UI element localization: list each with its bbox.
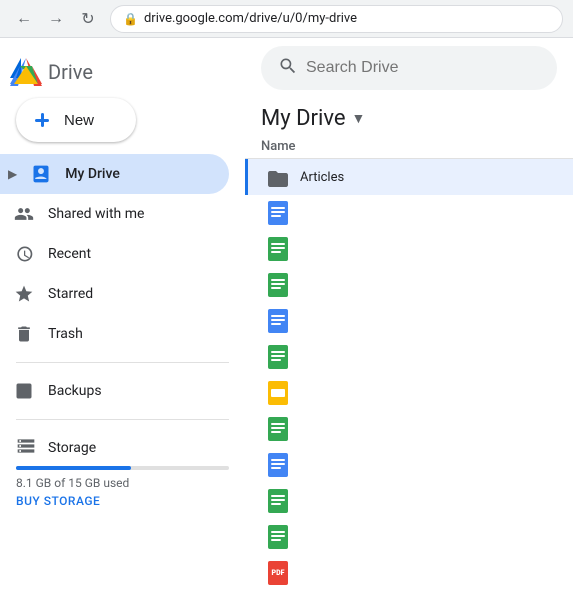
drive-header: My Drive ▼ <box>245 98 573 135</box>
sidebar-item-starred[interactable]: Starred <box>0 274 229 314</box>
drive-logo-icon <box>8 54 44 90</box>
table-row[interactable] <box>245 195 573 231</box>
expand-arrow-icon: ▶ <box>8 167 17 181</box>
sidebar-divider-2 <box>16 419 229 420</box>
sidebar-item-recent[interactable]: Recent <box>0 234 229 274</box>
column-header-name: Name <box>245 135 573 159</box>
table-row[interactable] <box>245 267 573 303</box>
starred-icon <box>12 282 36 306</box>
top-bar <box>245 38 573 98</box>
new-button[interactable]: New <box>16 98 136 142</box>
sidebar-item-shared[interactable]: Shared with me <box>0 194 229 234</box>
doc-green-icon-3 <box>264 343 292 371</box>
sidebar-label-trash: Trash <box>48 326 83 342</box>
doc-green-icon-4 <box>264 415 292 443</box>
table-row[interactable]: PDF <box>245 555 573 591</box>
table-row[interactable] <box>245 231 573 267</box>
doc-green-icon-2 <box>264 271 292 299</box>
forward-button[interactable]: → <box>42 5 70 33</box>
storage-bar-fill <box>16 466 131 470</box>
recent-icon <box>12 242 36 266</box>
storage-icon <box>16 436 36 460</box>
sidebar-label-recent: Recent <box>48 246 91 262</box>
sidebar-label-starred: Starred <box>48 286 93 302</box>
back-button[interactable]: ← <box>10 5 38 33</box>
dropdown-arrow-icon[interactable]: ▼ <box>352 110 366 127</box>
table-row[interactable] <box>245 339 573 375</box>
doc-green-icon <box>264 235 292 263</box>
table-row[interactable] <box>245 375 573 411</box>
table-row[interactable]: Articles <box>245 159 573 195</box>
drive-logo-area: Drive <box>0 46 245 94</box>
sidebar-item-trash[interactable]: Trash <box>0 314 229 354</box>
shared-icon <box>12 202 36 226</box>
search-input[interactable] <box>306 59 540 77</box>
doc-blue-icon <box>264 199 292 227</box>
sidebar-item-backups[interactable]: Backups <box>0 371 229 411</box>
sidebar-divider <box>16 362 229 363</box>
page-title: My Drive <box>261 106 346 131</box>
sidebar: Drive New ▶ My Drive Shared with me <box>0 38 245 594</box>
refresh-button[interactable]: ↻ <box>74 5 102 33</box>
table-row[interactable] <box>245 519 573 555</box>
doc-green-icon-5 <box>264 487 292 515</box>
doc-yellow-icon <box>264 379 292 407</box>
app-container: Drive New ▶ My Drive Shared with me <box>0 38 573 594</box>
folder-icon <box>264 163 292 191</box>
doc-blue-icon-2 <box>264 307 292 335</box>
new-button-label: New <box>64 112 94 129</box>
doc-blue-icon-3 <box>264 451 292 479</box>
browser-chrome: ← → ↻ 🔒 drive.google.com/drive/u/0/my-dr… <box>0 0 573 38</box>
drive-logo-svg <box>8 54 44 90</box>
sidebar-item-my-drive[interactable]: ▶ My Drive <box>0 154 229 194</box>
storage-bar-container <box>16 466 229 470</box>
search-box[interactable] <box>261 46 557 90</box>
table-row[interactable] <box>245 483 573 519</box>
table-row[interactable] <box>245 303 573 339</box>
backups-icon <box>12 379 36 403</box>
pdf-icon: PDF <box>264 559 292 587</box>
address-bar[interactable]: 🔒 drive.google.com/drive/u/0/my-drive <box>110 5 563 33</box>
main-content: My Drive ▼ Name Articles <box>245 38 573 594</box>
buy-storage-link[interactable]: BUY STORAGE <box>16 494 229 508</box>
sidebar-label-my-drive: My Drive <box>65 166 120 182</box>
my-drive-icon <box>29 162 53 186</box>
sidebar-label-backups: Backups <box>48 383 102 399</box>
storage-used-text: 8.1 GB of 15 GB used <box>16 476 229 490</box>
nav-icons: ← → ↻ <box>10 5 102 33</box>
storage-label-row: Storage <box>16 436 229 460</box>
file-name: Articles <box>300 170 344 185</box>
doc-green-icon-6 <box>264 523 292 551</box>
table-row[interactable] <box>245 447 573 483</box>
lock-icon: 🔒 <box>123 12 138 26</box>
storage-text-label: Storage <box>48 440 96 456</box>
storage-section: Storage 8.1 GB of 15 GB used BUY STORAGE <box>0 428 245 516</box>
table-row[interactable] <box>245 411 573 447</box>
plus-icon <box>30 108 54 132</box>
drive-wordmark: Drive <box>48 60 93 84</box>
search-icon <box>278 56 298 81</box>
sidebar-label-shared: Shared with me <box>48 206 144 222</box>
trash-icon <box>12 322 36 346</box>
file-list: Name Articles <box>245 135 573 594</box>
url-text: drive.google.com/drive/u/0/my-drive <box>144 11 357 26</box>
